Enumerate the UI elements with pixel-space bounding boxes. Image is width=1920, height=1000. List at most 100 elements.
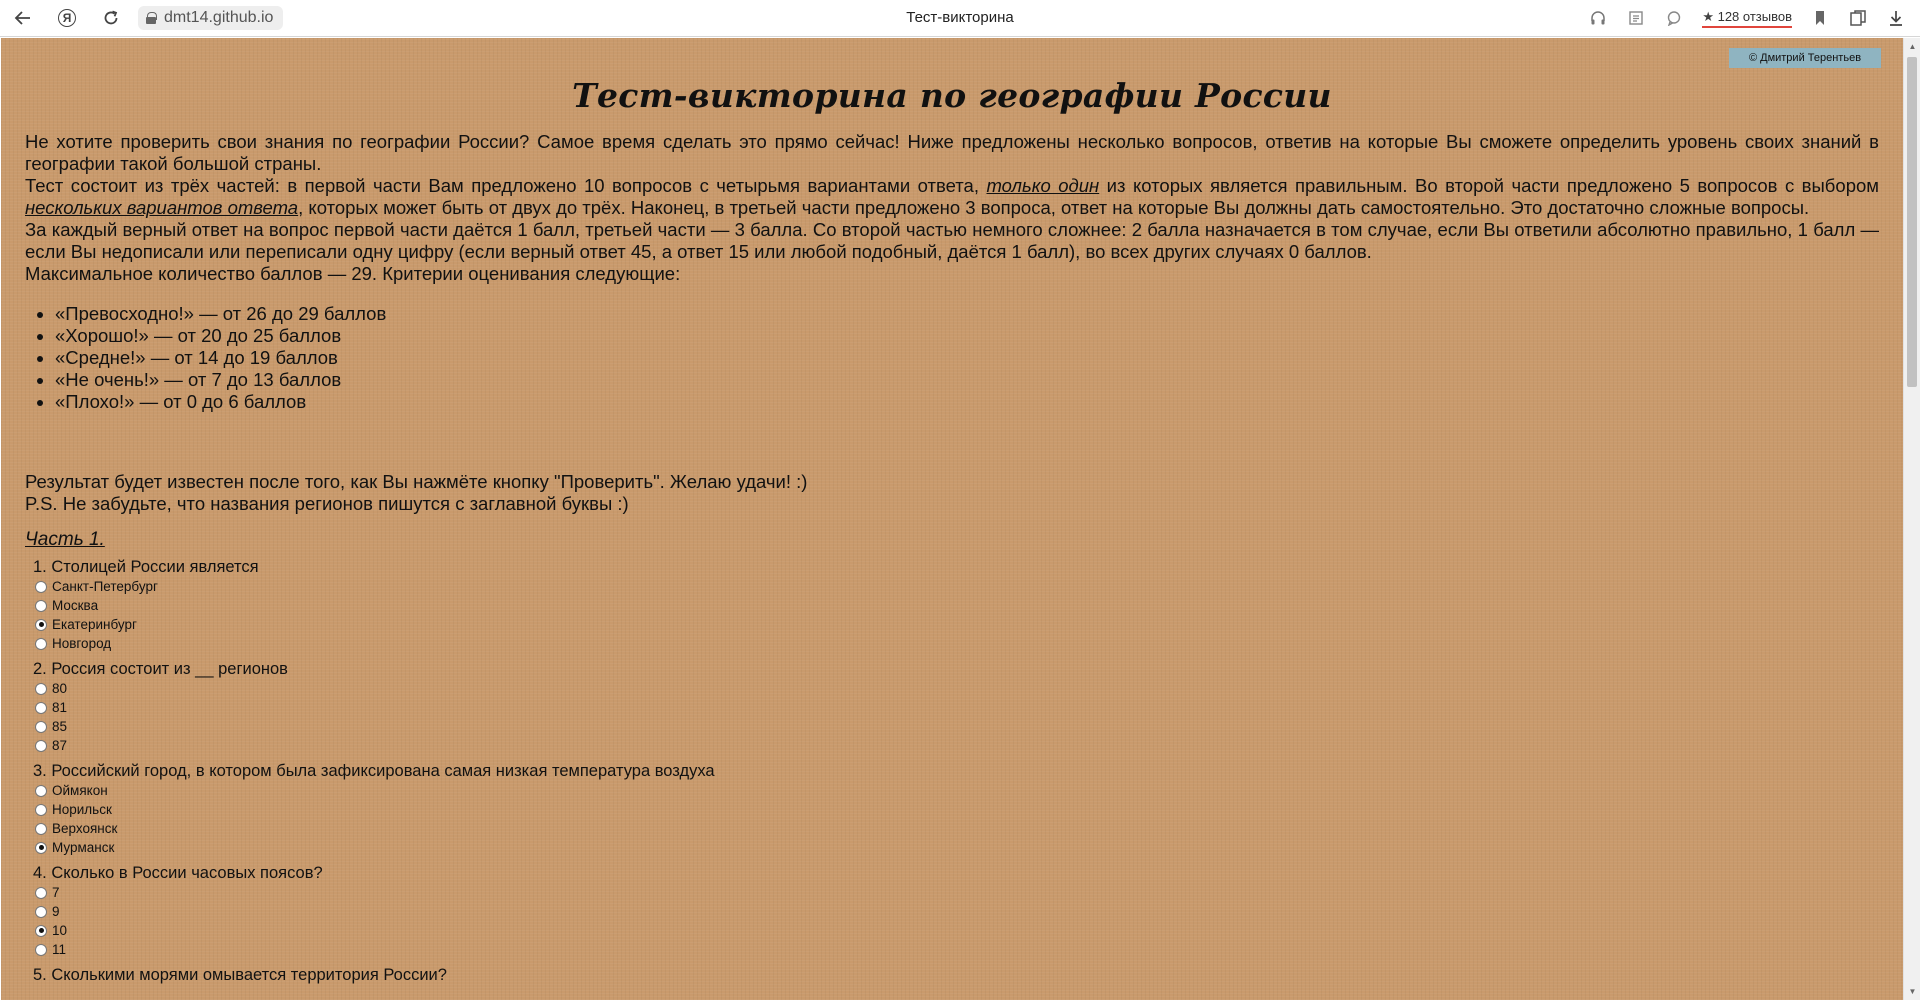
- radio-button[interactable]: [35, 599, 47, 612]
- chat-icon[interactable]: [1664, 8, 1684, 28]
- radio-button[interactable]: [35, 720, 47, 733]
- question: 2. Россия состоит из __ регионов 80 81 85 87: [25, 659, 1879, 755]
- intro-paragraph-1: Не хотите проверить свои знания по геогр…: [25, 131, 1879, 174]
- answer-label: 11: [52, 942, 67, 957]
- answer-option[interactable]: Санкт-Петербург: [35, 577, 1879, 596]
- radio-button[interactable]: [35, 784, 47, 797]
- answer-label: 85: [52, 719, 68, 734]
- answer-option[interactable]: Екатеринбург: [35, 615, 1879, 634]
- question-text: 4. Сколько в России часовых поясов?: [33, 864, 323, 882]
- answer-option[interactable]: 87: [35, 736, 1879, 755]
- toolbar-right: ★ 128 отзывов: [1588, 6, 1906, 30]
- result-line-2: P.S. Не забудьте, что названия регионов …: [25, 493, 629, 514]
- part-1-title: Часть 1.: [25, 529, 105, 550]
- criteria-item: «Превосходно!» — от 26 до 29 баллов: [55, 303, 1879, 325]
- scroll-up-arrow-icon[interactable]: ▲: [1904, 38, 1920, 55]
- answer-label: Екатеринбург: [52, 617, 137, 632]
- lock-icon: [146, 12, 157, 24]
- bookmark-icon[interactable]: [1810, 8, 1830, 28]
- star-icon: ★: [1702, 8, 1714, 24]
- intro-paragraph-4: Максимальное количество баллов — 29. Кри…: [25, 263, 681, 284]
- answer-label: Норильск: [52, 802, 112, 817]
- reviews-link[interactable]: ★ 128 отзывов: [1702, 9, 1792, 28]
- radio-button[interactable]: [35, 886, 47, 899]
- scroll-down-arrow-icon[interactable]: ▼: [1904, 983, 1920, 1000]
- intro-paragraph-2: Тест состоит из трёх частей: в первой ча…: [25, 175, 1879, 219]
- radio-button[interactable]: [35, 943, 47, 956]
- answer-option[interactable]: Норильск: [35, 800, 1879, 819]
- yandex-logo-icon[interactable]: Я: [54, 6, 80, 30]
- radio-button[interactable]: [35, 822, 47, 835]
- answer-label: 81: [52, 700, 68, 715]
- radio-button[interactable]: [35, 924, 47, 937]
- answer-option[interactable]: 9: [35, 902, 1879, 921]
- answer-option[interactable]: Верхоянск: [35, 819, 1879, 838]
- criteria-item: «Не очень!» — от 7 до 13 баллов: [55, 369, 1879, 391]
- answer-option[interactable]: Мурманск: [35, 838, 1879, 857]
- answer-option[interactable]: 80: [35, 679, 1879, 698]
- reviews-count: 128 отзывов: [1717, 8, 1792, 24]
- answer-label: Верхоянск: [52, 821, 118, 836]
- answer-option[interactable]: 10: [35, 921, 1879, 940]
- answer-label: 9: [52, 904, 60, 919]
- browser-toolbar: Я dmt14.github.io Тест-викторина ★ 128 о…: [0, 0, 1920, 37]
- answer-label: Санкт-Петербург: [52, 579, 158, 594]
- page-title: Тест-викторина по географии России: [572, 76, 1332, 115]
- question: 4. Сколько в России часовых поясов? 7 9 10 1…: [25, 863, 1879, 959]
- result-note: Результат будет известен после того, как…: [25, 471, 1879, 515]
- intro-p2-part-a: Тест состоит из трёх частей: в первой ча…: [25, 175, 987, 196]
- back-arrow-icon[interactable]: [10, 6, 36, 30]
- reload-icon[interactable]: [98, 6, 124, 30]
- answer-label: 87: [52, 738, 68, 753]
- answer-label: 7: [52, 885, 60, 900]
- question: 1. Столицей России является Санкт-Петербу…: [25, 557, 1879, 653]
- radio-button[interactable]: [35, 580, 47, 593]
- reader-mode-icon[interactable]: [1626, 8, 1646, 28]
- page-viewport: © Дмитрий Терентьев Тест-викторина по ге…: [1, 38, 1903, 1000]
- intro-p2-part-c: , которых может быть от двух до трёх. На…: [298, 197, 1810, 218]
- address-bar[interactable]: dmt14.github.io: [138, 6, 284, 30]
- page-scrollbar[interactable]: ▲ ▼: [1903, 38, 1920, 1000]
- criteria-list: «Превосходно!» — от 26 до 29 баллов «Хор…: [55, 303, 1879, 413]
- answer-option[interactable]: 81: [35, 698, 1879, 717]
- radio-button[interactable]: [35, 905, 47, 918]
- question-text: 1. Столицей России является: [33, 558, 259, 576]
- radio-button[interactable]: [35, 841, 47, 854]
- question-text: 3. Российский город, в котором была зафи…: [33, 762, 715, 780]
- question: 3. Российский город, в котором была зафи…: [25, 761, 1879, 857]
- criteria-item: «Плохо!» — от 0 до 6 баллов: [55, 391, 1879, 413]
- intro-text: Не хотите проверить свои знания по геогр…: [25, 131, 1879, 285]
- headphones-icon[interactable]: [1588, 8, 1608, 28]
- answer-label: Новгород: [52, 636, 112, 651]
- answer-label: 80: [52, 681, 68, 696]
- criteria-item: «Хорошо!» — от 20 до 25 баллов: [55, 325, 1879, 347]
- emphasis-only-one: только один: [986, 175, 1100, 196]
- content: Тест-викторина по географии России Не хо…: [25, 38, 1879, 985]
- intro-paragraph-3: За каждый верный ответ на вопрос первой …: [25, 219, 1879, 262]
- scrollbar-thumb[interactable]: [1907, 57, 1917, 387]
- collections-icon[interactable]: [1848, 8, 1868, 28]
- answer-label: Мурманск: [52, 840, 115, 855]
- answer-option[interactable]: 11: [35, 940, 1879, 959]
- emphasis-several-options: нескольких вариантов ответа: [25, 197, 299, 218]
- radio-button[interactable]: [35, 618, 47, 631]
- result-line-1: Результат будет известен после того, как…: [25, 471, 808, 492]
- answer-option[interactable]: 85: [35, 717, 1879, 736]
- criteria-item: «Средне!» — от 14 до 19 баллов: [55, 347, 1879, 369]
- answer-option[interactable]: 7: [35, 883, 1879, 902]
- radio-button[interactable]: [35, 637, 47, 650]
- answer-label: Москва: [52, 598, 99, 613]
- radio-button[interactable]: [35, 803, 47, 816]
- questions-list: 1. Столицей России является Санкт-Петербу…: [25, 557, 1879, 985]
- answer-label: 10: [52, 923, 68, 938]
- answer-label: Оймякон: [52, 783, 108, 798]
- download-icon[interactable]: [1886, 8, 1906, 28]
- answer-option[interactable]: Новгород: [35, 634, 1879, 653]
- answer-option[interactable]: Оймякон: [35, 781, 1879, 800]
- question-text: 2. Россия состоит из __ регионов: [33, 660, 288, 678]
- radio-button[interactable]: [35, 701, 47, 714]
- question-text: 5. Сколькими морями омывается территория…: [33, 966, 447, 984]
- radio-button[interactable]: [35, 739, 47, 752]
- answer-option[interactable]: Москва: [35, 596, 1879, 615]
- radio-button[interactable]: [35, 682, 47, 695]
